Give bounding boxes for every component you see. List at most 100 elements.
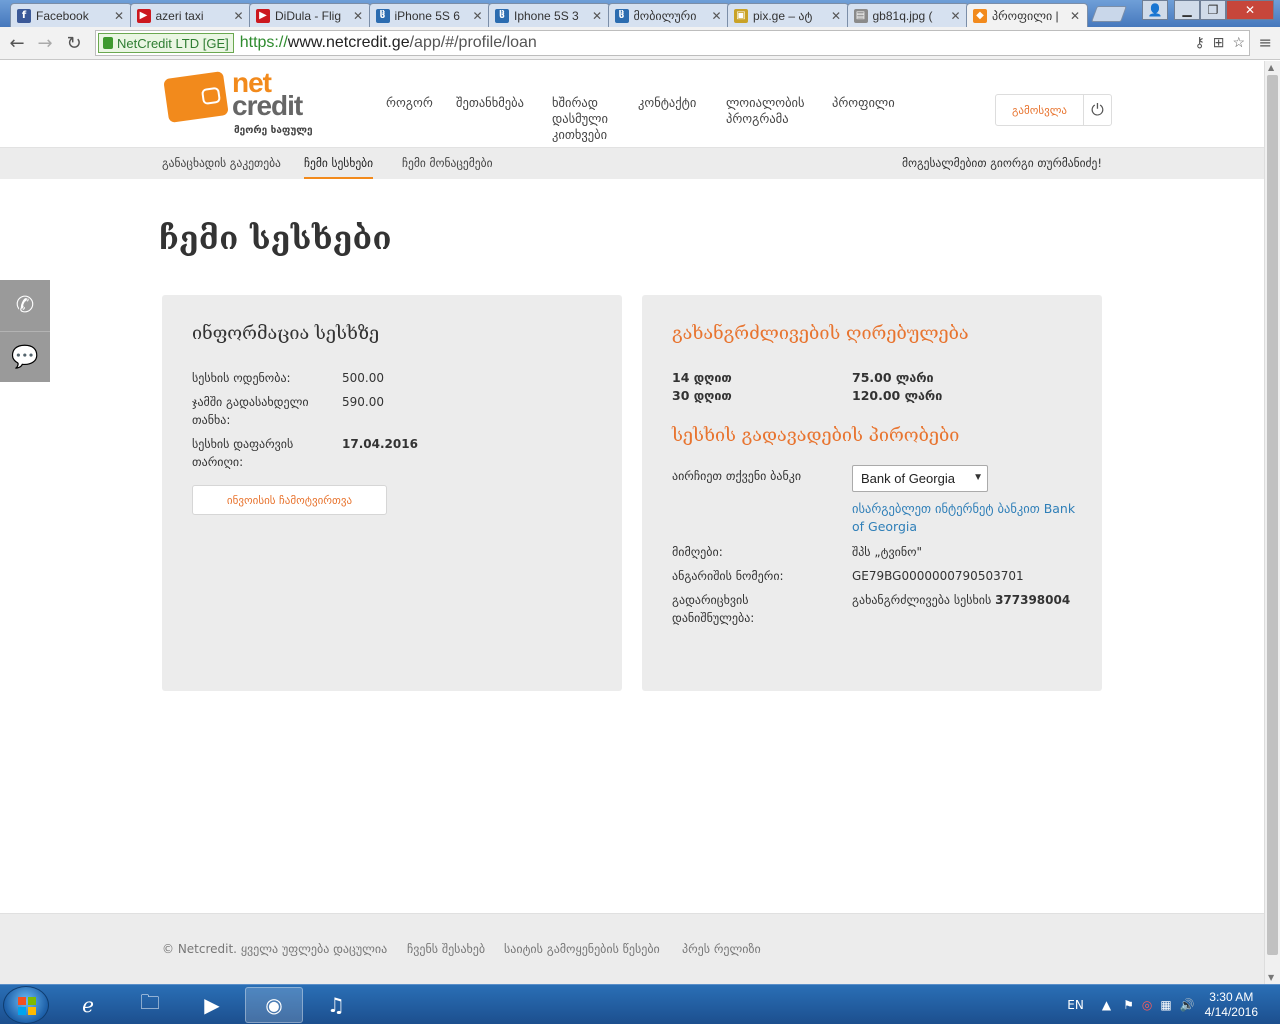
browser-menu-icon[interactable]: ≡ <box>1259 33 1272 52</box>
nav-faq[interactable]: ხშირად დასმული კითხვები <box>552 95 616 143</box>
youtube-icon: ▶ <box>256 8 270 23</box>
bookmark-star-icon[interactable]: ☆ <box>1232 34 1245 51</box>
browser-tab[interactable]: ▶ DiDula - Flig ✕ <box>249 3 371 27</box>
extension-price: 120.00 ლარი <box>852 388 943 403</box>
netcredit-logo[interactable]: net credit მეორე ხაფულე <box>163 67 326 139</box>
chrome-icon[interactable]: ◉ <box>245 987 303 1023</box>
footer-copyright: © Netcredit. ყველა უფლება დაცულია <box>162 942 388 956</box>
browser-tab[interactable]: f Facebook ✕ <box>10 3 132 27</box>
subnav-apply[interactable]: განაცხადის გაკეთება <box>162 156 281 170</box>
footer-link-press[interactable]: პრეს რელიზი <box>682 942 761 956</box>
internet-explorer-icon[interactable]: ℯ <box>59 987 117 1023</box>
extension-price: 75.00 ლარი <box>852 370 934 385</box>
close-tab-icon[interactable]: ✕ <box>352 9 364 23</box>
extension-panel: გახანგრძლივების ღირებულება 14 დღით 75.00… <box>642 295 1102 691</box>
browser-tab-title: პროფილი | <box>992 8 1059 23</box>
footer-link-about[interactable]: ჩვენს შესახებ <box>407 942 485 956</box>
side-contact-widget: ✆ 💬 <box>0 280 50 382</box>
internet-bank-link[interactable]: ისარგებლეთ ინტერნეტ ბანკით Bank of Georg… <box>852 500 1082 536</box>
loan-number: 377398004 <box>995 593 1071 607</box>
choose-bank-label: აირჩიეთ თქვენი ბანკი <box>672 469 802 483</box>
start-button[interactable] <box>3 986 49 1024</box>
page-title: ჩემი სესხები <box>159 221 393 257</box>
antivirus-icon[interactable]: ◎ <box>1142 998 1152 1012</box>
nav-loyalty-program[interactable]: ლოიალობის პროგრამა <box>726 95 810 143</box>
logout-button[interactable]: გამოსვლა <box>996 104 1083 117</box>
site-footer: © Netcredit. ყველა უფლება დაცულია ჩვენს … <box>0 913 1264 984</box>
itunes-icon[interactable]: ♫ <box>307 987 365 1023</box>
close-tab-icon[interactable]: ✕ <box>1069 9 1081 23</box>
action-center-flag-icon[interactable]: ⚑ <box>1123 998 1134 1012</box>
language-indicator[interactable]: EN <box>1067 998 1084 1012</box>
media-player-icon[interactable]: ▶ <box>183 987 241 1023</box>
show-hidden-icons-icon[interactable]: ▲ <box>1102 998 1111 1012</box>
close-tab-icon[interactable]: ✕ <box>591 9 603 23</box>
browser-toolbar: ← → ↻ NetCredit LTD [GE] https://www.net… <box>0 27 1280 60</box>
scroll-down-arrow-icon[interactable]: ▼ <box>1268 973 1274 982</box>
browser-tab[interactable]: ჱ iPhone 5S 6 ✕ <box>368 3 491 27</box>
lock-icon <box>103 37 113 49</box>
browser-tab-title: iPhone 5S 6 <box>394 8 460 23</box>
nav-agreement[interactable]: შეთანხმება <box>456 95 530 143</box>
bank-select-value: Bank of Georgia <box>861 471 955 486</box>
file-explorer-icon[interactable]: 🗀 <box>121 987 179 1023</box>
volume-icon[interactable]: 🔊 <box>1180 998 1195 1012</box>
scrollbar-thumb[interactable] <box>1267 75 1278 955</box>
address-bar[interactable]: NetCredit LTD [GE] https://www.netcredit… <box>95 30 1250 56</box>
nav-contact[interactable]: კონტაქტი <box>638 95 704 143</box>
total-payable-value: 590.00 <box>342 395 384 409</box>
browser-tab[interactable]: ჱ Iphone 5S 3 ✕ <box>488 3 610 27</box>
power-icon[interactable]: ⏻ <box>1083 95 1111 125</box>
close-tab-icon[interactable]: ✕ <box>233 9 245 23</box>
ev-certificate-badge[interactable]: NetCredit LTD [GE] <box>98 33 234 53</box>
browser-tab-title: azeri taxi <box>155 8 204 23</box>
loan-info-heading: ინფორმაცია სესხზე <box>192 323 380 344</box>
reload-icon[interactable]: ↻ <box>62 32 86 54</box>
windows-logo-icon <box>18 997 36 1015</box>
browser-tab[interactable]: ◆ პროფილი | ✕ <box>966 3 1088 27</box>
profile-subnav: განაცხადის გაკეთება ჩემი სესხები ჩემი მო… <box>0 147 1264 179</box>
close-tab-icon[interactable]: ✕ <box>830 9 842 23</box>
bank-select[interactable]: Bank of Georgia ▼ <box>852 465 988 492</box>
chat-bubble-icon[interactable]: 💬 <box>0 331 50 382</box>
subnav-my-loans[interactable]: ჩემი სესხები <box>304 156 374 179</box>
url-path: /app/#/profile/loan <box>409 34 537 51</box>
forward-arrow-icon[interactable]: → <box>33 32 57 54</box>
close-window-button[interactable]: ✕ <box>1226 0 1274 20</box>
browser-tab[interactable]: ▤ gb81q.jpg ( ✕ <box>846 3 969 27</box>
nav-profile[interactable]: პროფილი <box>832 95 902 143</box>
url-host: www.netcredit.ge <box>287 34 410 51</box>
vertical-scrollbar[interactable]: ▲ ▼ <box>1264 61 1280 984</box>
nav-how-it-works[interactable]: როგორ <box>386 95 434 143</box>
clock[interactable]: 3:30 AM 4/14/2016 <box>1205 990 1258 1020</box>
close-tab-icon[interactable]: ✕ <box>711 9 723 23</box>
url-protocol: https:// <box>239 34 288 51</box>
subnav-my-data[interactable]: ჩემი მონაცემები <box>402 156 493 170</box>
maximize-window-button[interactable]: ❐ <box>1200 0 1226 20</box>
minimize-window-button[interactable]: ▁ <box>1174 0 1200 20</box>
loan-info-panel: ინფორმაცია სესხზე სესხის ოდენობა: 500.00… <box>162 295 622 691</box>
close-tab-icon[interactable]: ✕ <box>113 9 125 23</box>
network-icon[interactable]: ▦ <box>1160 998 1171 1012</box>
translate-icon[interactable]: ⊞ <box>1213 34 1225 51</box>
download-invoice-button[interactable]: ინვოისის ჩამოტვირთვა <box>192 485 387 515</box>
browser-tab[interactable]: ▣ pix.ge – ატ ✕ <box>727 3 849 27</box>
deferral-terms-heading: სესხის გადავადების პირობები <box>672 425 960 446</box>
new-tab-button[interactable] <box>1091 6 1127 22</box>
footer-link-terms[interactable]: საიტის გამოყენების წესები <box>504 942 660 956</box>
extension-period: 14 დღით <box>672 370 732 385</box>
recipient-label: მიმღები: <box>672 545 723 559</box>
back-arrow-icon[interactable]: ← <box>5 32 29 54</box>
user-profile-button[interactable]: 👤 <box>1142 0 1168 20</box>
phone-icon[interactable]: ✆ <box>0 280 50 331</box>
browser-tab[interactable]: ჱ მობილური ✕ <box>607 3 730 27</box>
url-text[interactable]: https://www.netcredit.ge/app/#/profile/l… <box>240 34 537 52</box>
browser-tab[interactable]: ▶ azeri taxi ✕ <box>129 3 252 27</box>
close-tab-icon[interactable]: ✕ <box>950 9 962 23</box>
key-icon[interactable]: ⚷ <box>1194 34 1204 51</box>
main-navigation: როგორ შეთანხმება ხშირად დასმული კითხვები… <box>386 95 924 143</box>
scroll-up-arrow-icon[interactable]: ▲ <box>1268 63 1274 72</box>
image-file-icon: ▤ <box>853 8 868 23</box>
browser-tab-title: gb81q.jpg ( <box>872 8 933 23</box>
close-tab-icon[interactable]: ✕ <box>472 9 484 23</box>
